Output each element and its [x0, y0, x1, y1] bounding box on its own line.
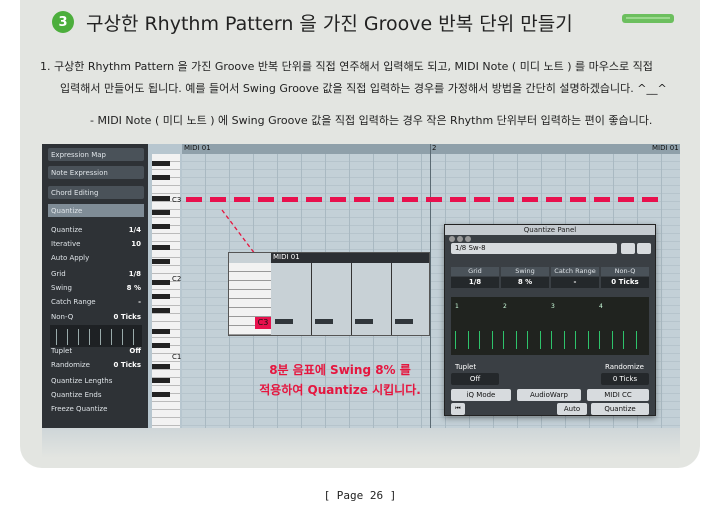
grid-line — [575, 331, 576, 349]
audiowarp-button[interactable]: AudioWarp — [517, 389, 581, 401]
grid-line — [527, 331, 528, 349]
caption-line-2: 적용하여 Quantize 시킵니다. — [259, 383, 421, 397]
quantize-button[interactable]: Quantize — [591, 403, 649, 415]
quantize-panel-title: Quantize Panel — [445, 225, 655, 235]
quantize-param[interactable]: Catch Range - — [551, 267, 599, 289]
quantize-param-label: Grid — [451, 267, 499, 276]
preset-select[interactable]: 1/8 Sw-8 — [451, 243, 617, 254]
rewind-icon[interactable]: ⏮ — [451, 403, 465, 415]
beat-label: 2 — [503, 303, 507, 310]
grid-line — [540, 331, 541, 349]
grid-line — [492, 331, 493, 349]
popup-grid-line — [311, 263, 312, 335]
close-dot-icon[interactable] — [449, 236, 455, 242]
quantize-param-label: Catch Range — [551, 267, 599, 276]
popup-key-c3: C3 — [255, 317, 271, 329]
section-number-badge: 3 — [52, 11, 74, 33]
beat-label: 1 — [455, 303, 459, 310]
popup-midi-note — [315, 319, 333, 324]
quantize-param-value: - — [551, 277, 599, 288]
brush-stroke-decoration — [622, 14, 674, 23]
grid-line — [564, 331, 565, 349]
screenshot-reflection — [42, 428, 680, 458]
grid-line — [551, 331, 552, 349]
quantize-param-value: 0 Ticks — [601, 277, 649, 288]
body-paragraph: 1. 구상한 Rhythm Pattern 을 가진 Groove 반복 단위를… — [40, 56, 680, 100]
grid-line — [479, 331, 480, 349]
body-line-2: 입력해서 만들어도 됩니다. 예를 들어서 Swing Groove 값을 직접… — [60, 82, 667, 95]
popup-grid-line — [391, 263, 392, 335]
page-footer: [ Page 26 ] — [323, 489, 397, 502]
popup-midi-note — [355, 319, 373, 324]
quantize-panel: Quantize Panel 1/8 Sw-8 Grid 1/8 Swing 8 % C… — [444, 224, 656, 416]
quantize-param-value: 1/8 — [451, 277, 499, 288]
tuplet-label: Tuplet — [455, 363, 477, 371]
grid-line — [636, 331, 637, 349]
quantize-grid-display[interactable]: 1 2 3 4 — [451, 297, 649, 355]
popup-ruler: MIDI 01 — [271, 253, 429, 263]
randomize-value[interactable]: 0 Ticks — [601, 373, 649, 385]
save-preset-icon[interactable] — [621, 243, 635, 254]
tip-note: - MIDI Note ( 미디 노트 ) 에 Swing Groove 값을 … — [90, 114, 653, 127]
grid-line — [599, 331, 600, 349]
section-header: 3 구상한 Rhythm Pattern 을 가진 Groove 반복 단위 만… — [52, 8, 573, 36]
caption-line-1: 8분 음표에 Swing 8% 를 — [269, 363, 411, 377]
zoom-dot-icon[interactable] — [465, 236, 471, 242]
quantize-param-label: Swing — [501, 267, 549, 276]
quantize-param[interactable]: Non-Q 0 Ticks — [601, 267, 649, 289]
grid-line — [503, 331, 504, 349]
grid-line — [623, 331, 624, 349]
popup-midi-note — [275, 319, 293, 324]
minimize-dot-icon[interactable] — [457, 236, 463, 242]
randomize-label: Randomize — [605, 363, 644, 371]
grid-line — [455, 331, 456, 349]
tuplet-select[interactable]: Off — [451, 373, 499, 385]
cubase-screenshot: Expression Map Note Expression Chord Editi… — [42, 144, 680, 428]
quantize-param[interactable]: Swing 8 % — [501, 267, 549, 289]
grid-line — [468, 331, 469, 349]
popup-grid-line — [351, 263, 352, 335]
midi-cc-button[interactable]: MIDI CC — [587, 389, 649, 401]
grid-line — [588, 331, 589, 349]
zoom-popup: MIDI 01 C3 — [228, 252, 430, 336]
popup-midi-note — [395, 319, 413, 324]
section-title: 구상한 Rhythm Pattern 을 가진 Groove 반복 단위 만들기 — [86, 12, 573, 35]
quantize-param-value: 8 % — [501, 277, 549, 288]
delete-preset-icon[interactable] — [637, 243, 651, 254]
auto-button[interactable]: Auto — [557, 403, 587, 415]
iq-mode-button[interactable]: iQ Mode — [451, 389, 511, 401]
annotation-caption: 8분 음표에 Swing 8% 를 적용하여 Quantize 시킵니다. — [256, 360, 424, 400]
beat-label: 4 — [599, 303, 603, 310]
quantize-param-label: Non-Q — [601, 267, 649, 276]
beat-label: 3 — [551, 303, 555, 310]
quantize-param[interactable]: Grid 1/8 — [451, 267, 499, 289]
grid-line — [516, 331, 517, 349]
grid-line — [612, 331, 613, 349]
body-line-1: 1. 구상한 Rhythm Pattern 을 가진 Groove 반복 단위를… — [40, 60, 653, 73]
